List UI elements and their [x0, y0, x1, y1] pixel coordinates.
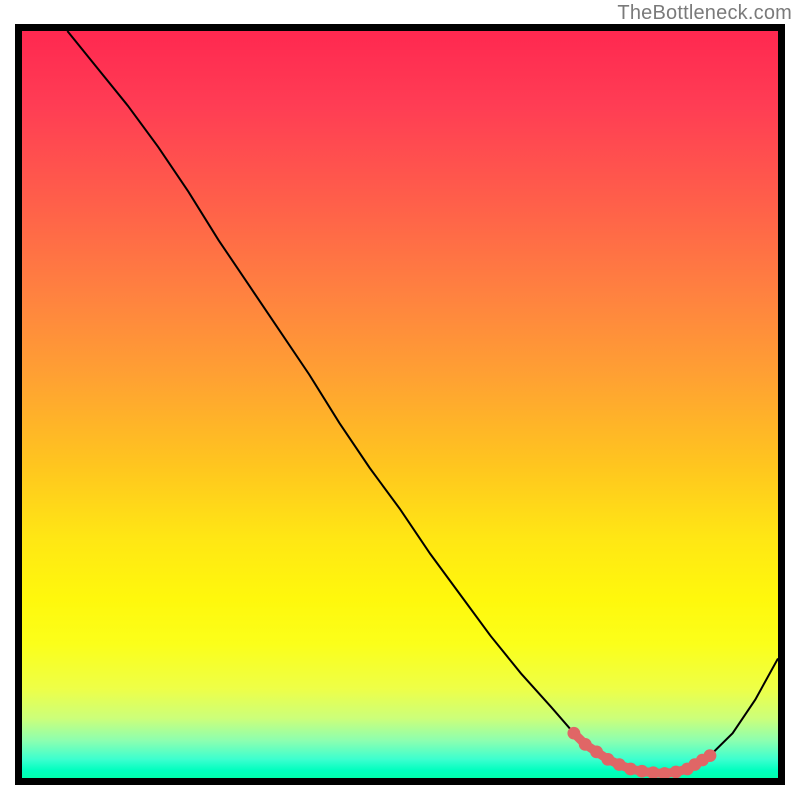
plot-area — [15, 24, 785, 785]
watermark-text: TheBottleneck.com — [617, 2, 792, 25]
optimal-range-layer — [22, 31, 778, 778]
chart-frame: TheBottleneck.com — [0, 0, 800, 800]
optimal-range-overlay — [574, 733, 710, 773]
